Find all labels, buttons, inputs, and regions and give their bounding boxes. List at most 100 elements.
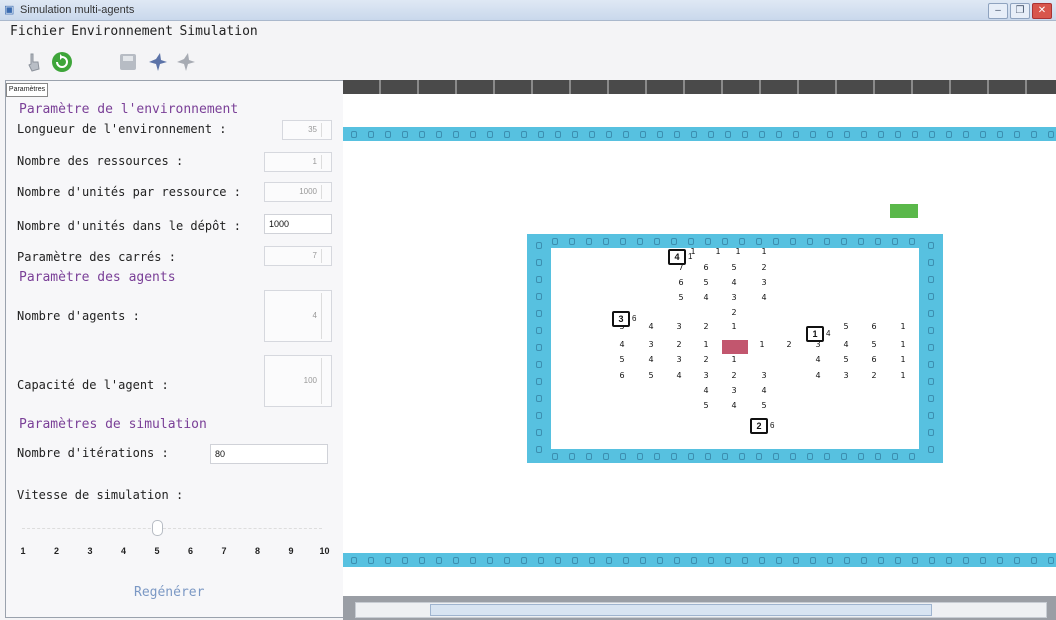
units-per-resource-spinner[interactable]: 1000 xyxy=(264,182,332,202)
boundary-dot xyxy=(776,557,782,564)
boundary-dot xyxy=(536,361,542,368)
boundary-dot xyxy=(640,557,646,564)
boundary-dot xyxy=(895,131,901,138)
boundary-dot xyxy=(637,453,643,460)
speed-slider-thumb[interactable] xyxy=(152,520,163,536)
boundary-dot xyxy=(997,131,1003,138)
capacity-value: 100 xyxy=(303,376,317,385)
grid-value: 4 xyxy=(703,293,709,302)
boundary-dot xyxy=(810,131,816,138)
menu-simulation[interactable]: Simulation xyxy=(179,22,257,42)
save-icon[interactable] xyxy=(116,50,140,74)
boundary-dot xyxy=(536,276,542,283)
horizontal-scrollbar[interactable] xyxy=(343,596,1056,620)
grid-value: 1 xyxy=(715,247,721,256)
boundary-dot xyxy=(623,131,629,138)
boundary-dot xyxy=(739,238,745,245)
slider-tick-label: 2 xyxy=(53,546,59,556)
length-spinner[interactable]: 35 xyxy=(282,120,332,140)
agents-count-spinner[interactable]: 4 xyxy=(264,290,332,342)
boundary-dot xyxy=(674,131,680,138)
boundary-dot xyxy=(671,238,677,245)
grid-value: 6 xyxy=(678,278,684,287)
boundary-dot xyxy=(742,557,748,564)
hand-pointer-icon[interactable] xyxy=(22,50,46,74)
grid-value: 4 xyxy=(815,371,821,380)
boundary-dot xyxy=(912,131,918,138)
squares-spinner[interactable]: 7 xyxy=(264,246,332,266)
slider-tick-label: 5 xyxy=(154,546,160,556)
boundary-dot xyxy=(928,327,934,334)
boundary-dot xyxy=(858,453,864,460)
boundary-dot xyxy=(875,238,881,245)
boundary-dot xyxy=(980,557,986,564)
boundary-dot xyxy=(620,453,626,460)
spin-arrows-icon[interactable] xyxy=(321,293,330,339)
resources-spinner[interactable]: 1 xyxy=(264,152,332,172)
grid-value: 2 xyxy=(871,371,877,380)
boundary-dot xyxy=(810,557,816,564)
spin-arrows-icon[interactable] xyxy=(321,185,330,199)
grid-value: 3 xyxy=(648,340,654,349)
boundary-dot xyxy=(436,557,442,564)
grid-value: 4 xyxy=(648,322,654,331)
boundary-dot xyxy=(1048,131,1054,138)
boundary-dot xyxy=(351,131,357,138)
refresh-icon[interactable] xyxy=(50,50,74,74)
slider-tick-label: 10 xyxy=(319,546,330,556)
boundary-dot xyxy=(878,557,884,564)
boundary-dot xyxy=(536,310,542,317)
boundary-dot xyxy=(419,131,425,138)
slider-tick-label: 9 xyxy=(288,546,294,556)
bird-gray-icon[interactable] xyxy=(174,50,198,74)
speed-slider-track[interactable] xyxy=(22,528,322,531)
grid-value: 5 xyxy=(761,401,767,410)
grid-value: 6 xyxy=(703,263,709,272)
boundary-dot xyxy=(385,131,391,138)
regenerate-button[interactable]: Regénérer xyxy=(134,585,204,600)
minimize-button[interactable]: ‒ xyxy=(988,3,1008,19)
boundary-dot xyxy=(536,378,542,385)
scroll-thumb[interactable] xyxy=(430,604,932,616)
boundary-dot xyxy=(671,453,677,460)
boundary-dot xyxy=(773,238,779,245)
slider-tick-label: 1 xyxy=(20,546,26,556)
spin-arrows-icon[interactable] xyxy=(321,123,330,137)
simulation-canvas[interactable] xyxy=(343,80,1056,620)
boundary-dot xyxy=(793,557,799,564)
menu-fichier[interactable]: Fichier xyxy=(10,22,65,42)
close-button[interactable]: ✕ xyxy=(1032,3,1052,19)
boundary-dot xyxy=(521,557,527,564)
grid-value: 1 xyxy=(703,340,709,349)
boundary-dot xyxy=(928,412,934,419)
grid-value: 2 xyxy=(703,322,709,331)
squares-value: 7 xyxy=(312,251,317,260)
menu-environnement[interactable]: Environnement xyxy=(71,22,173,42)
grid-value: 3 xyxy=(843,371,849,380)
maximize-button[interactable]: ❐ xyxy=(1010,3,1030,19)
boundary-dot xyxy=(722,453,728,460)
boundary-dot xyxy=(790,453,796,460)
iterations-input[interactable] xyxy=(210,444,328,464)
grid-value: 1 xyxy=(731,322,737,331)
boundary-dot xyxy=(536,293,542,300)
tab-parametres[interactable]: Paramètres xyxy=(6,83,48,97)
spin-arrows-icon[interactable] xyxy=(321,155,330,169)
boundary-dot xyxy=(776,131,782,138)
spin-arrows-icon[interactable] xyxy=(321,358,330,404)
boundary-dot xyxy=(708,557,714,564)
boundary-dot xyxy=(824,453,830,460)
bird-icon[interactable] xyxy=(146,50,170,74)
scroll-track[interactable] xyxy=(355,602,1047,618)
boundary-dot xyxy=(674,557,680,564)
resource-cell xyxy=(890,204,918,218)
boundary-dot xyxy=(536,327,542,334)
spin-arrows-icon[interactable] xyxy=(321,249,330,263)
capacity-spinner[interactable]: 100 xyxy=(264,355,332,407)
grid-value: 5 xyxy=(678,293,684,302)
boundary-dot xyxy=(487,131,493,138)
units-in-depot-input[interactable] xyxy=(264,214,332,234)
boundary-dot xyxy=(844,131,850,138)
boundary-dot xyxy=(708,131,714,138)
boundary-dot xyxy=(453,131,459,138)
